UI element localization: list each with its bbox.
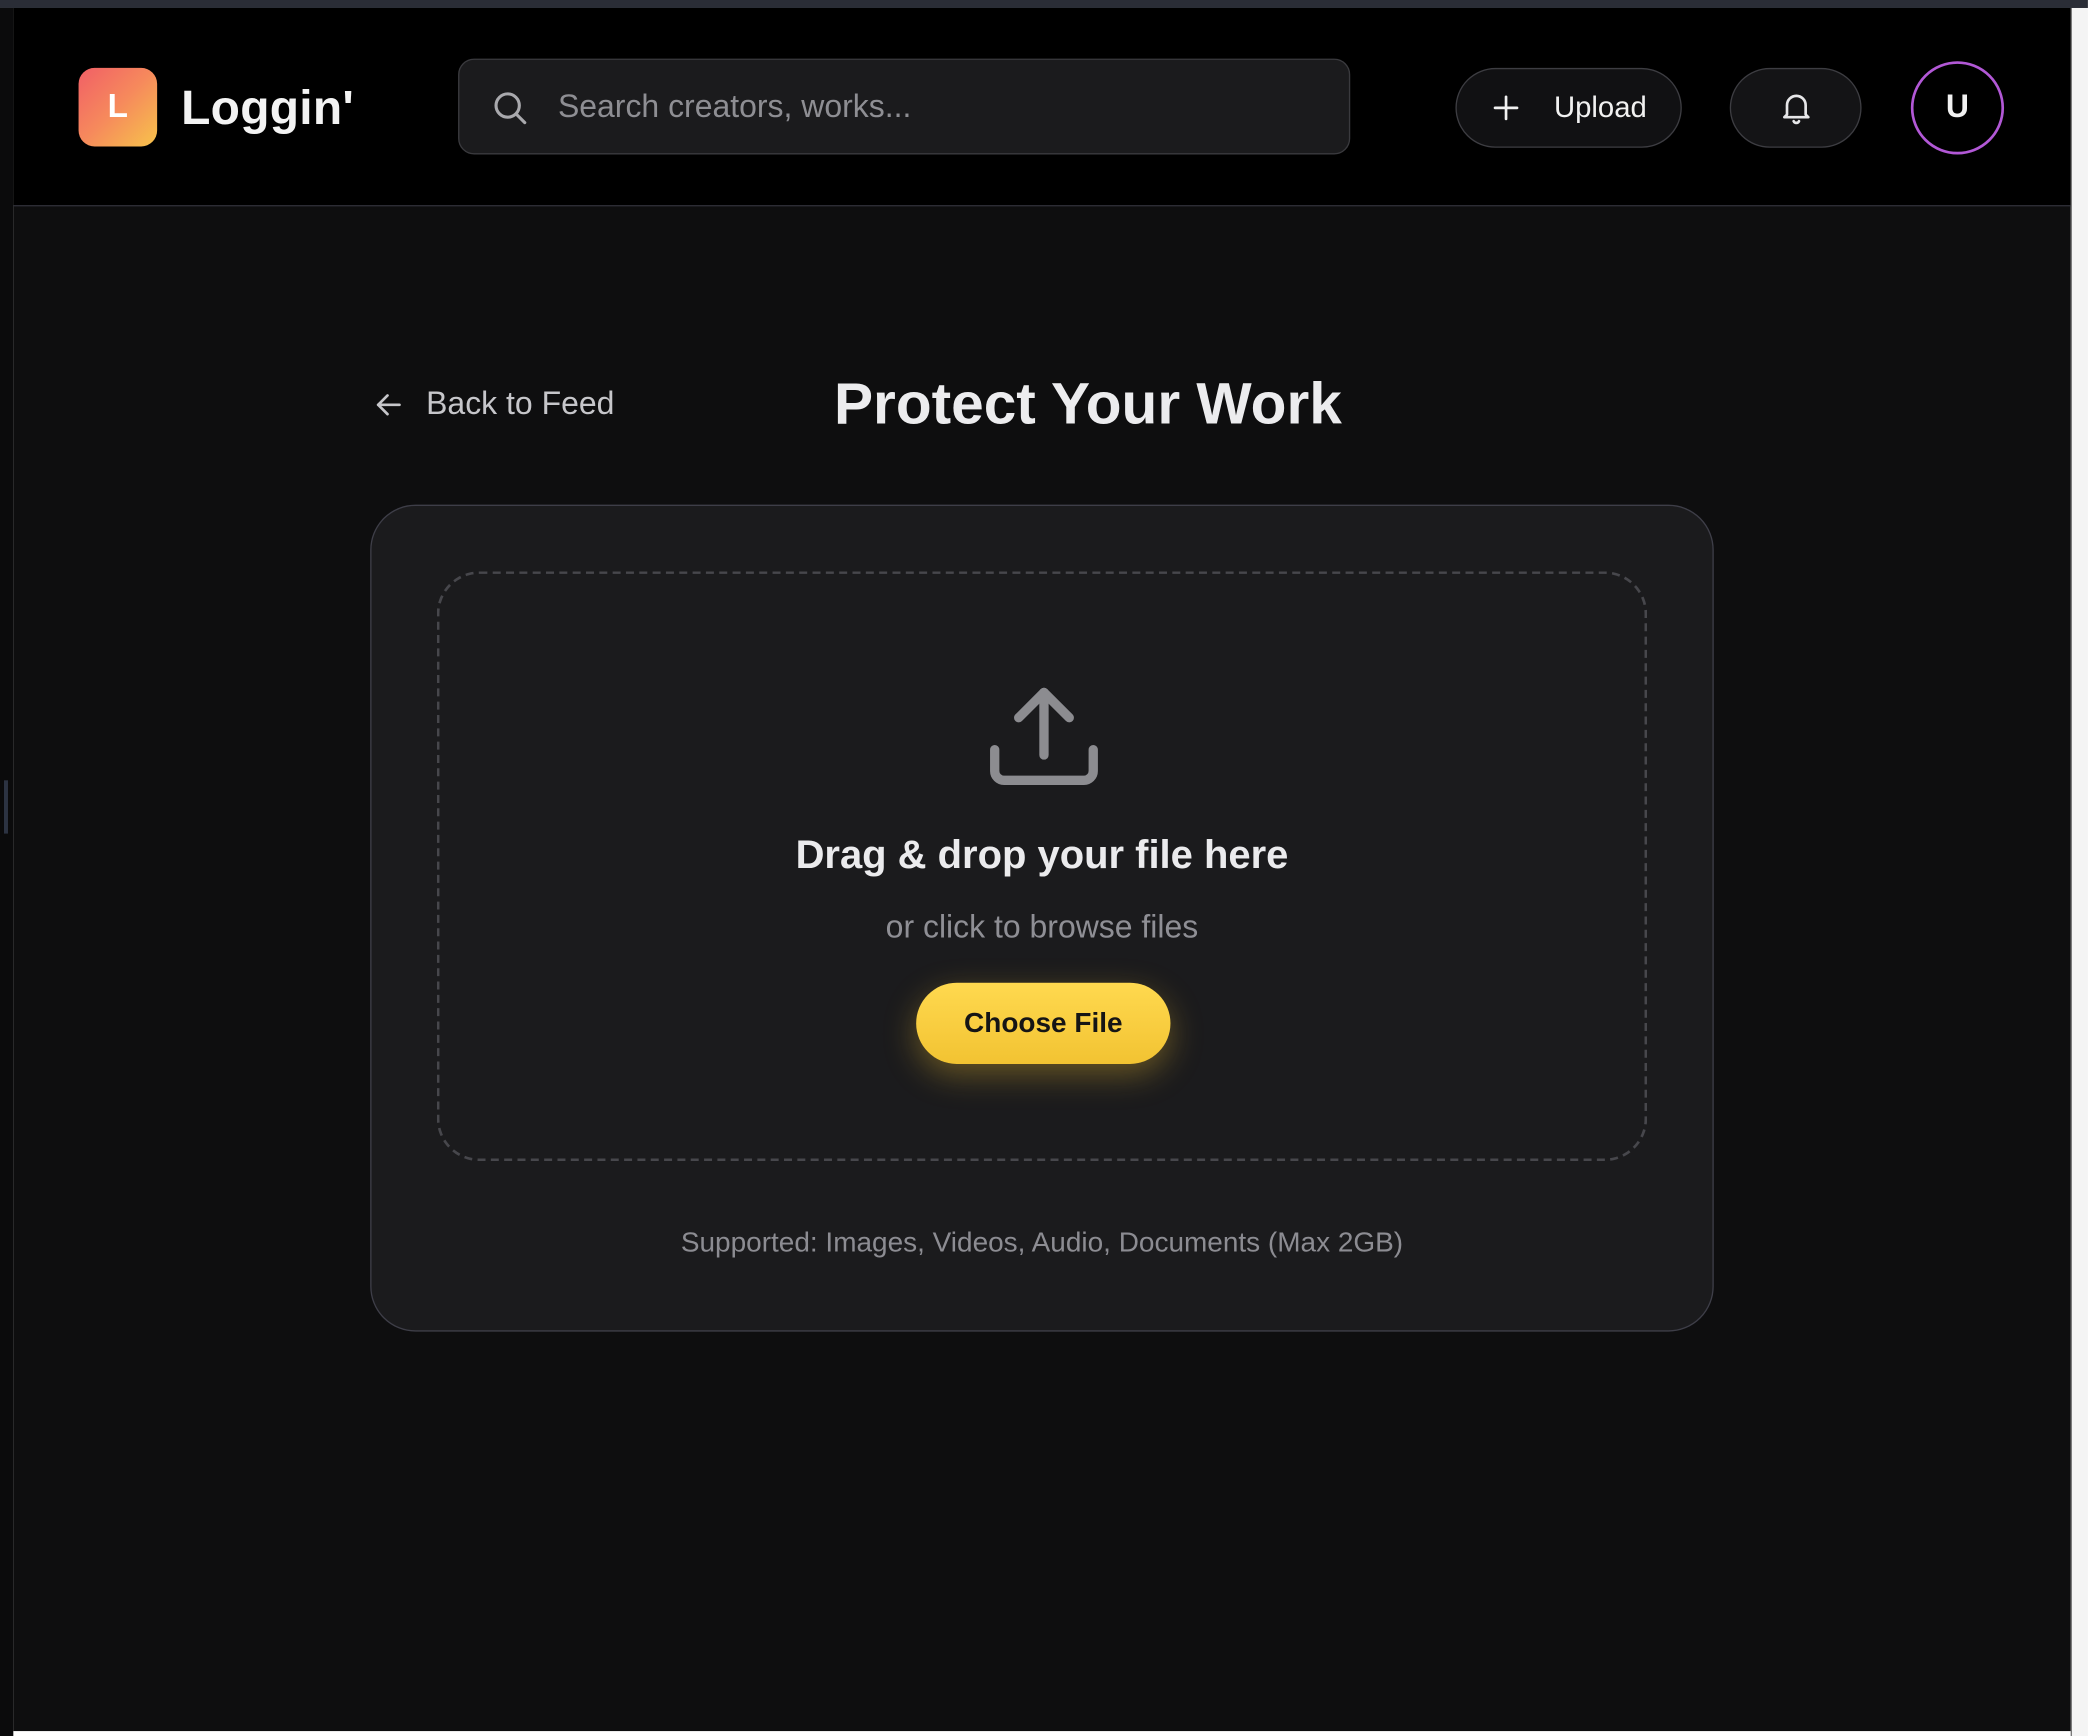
search-icon xyxy=(494,92,527,125)
edge-divider xyxy=(2070,7,2072,1736)
plus-icon xyxy=(1493,95,1519,121)
dropzone-subtitle: or click to browse files xyxy=(885,909,1199,946)
top-header: L Loggin' Upload xyxy=(13,7,2071,207)
user-avatar[interactable]: U xyxy=(1910,61,2005,155)
search-bar[interactable] xyxy=(458,58,1351,155)
file-dropzone[interactable]: Drag & drop your file here or click to b… xyxy=(436,571,1648,1162)
browser-viewport: L Loggin' Upload xyxy=(0,0,2088,1736)
window-left-edge xyxy=(0,7,14,1736)
app-root: L Loggin' Upload xyxy=(13,7,2071,1732)
upload-button-label: Upload xyxy=(1553,90,1647,124)
upload-icon xyxy=(990,687,1098,785)
upload-button[interactable]: Upload xyxy=(1455,67,1682,148)
dropzone-title: Drag & drop your file here xyxy=(795,833,1289,878)
bell-icon xyxy=(1783,94,1810,125)
back-link-label: Back to Feed xyxy=(426,386,615,423)
window-right-edge xyxy=(2070,7,2088,1736)
resize-grip[interactable] xyxy=(3,780,8,834)
page-title: Protect Your Work xyxy=(833,371,1342,437)
notifications-button[interactable] xyxy=(1729,67,1862,148)
search-input[interactable] xyxy=(555,75,1320,140)
supported-formats-note: Supported: Images, Videos, Audio, Docume… xyxy=(680,1227,1404,1259)
window-top-strip xyxy=(0,0,2088,8)
logo-badge[interactable]: L xyxy=(78,67,158,147)
brand-name[interactable]: Loggin' xyxy=(181,75,354,142)
upload-card: Drag & drop your file here or click to b… xyxy=(370,504,1714,1332)
arrow-left-icon xyxy=(376,394,401,416)
back-to-feed-link[interactable]: Back to Feed xyxy=(373,378,615,431)
choose-file-button[interactable]: Choose File xyxy=(916,982,1171,1064)
